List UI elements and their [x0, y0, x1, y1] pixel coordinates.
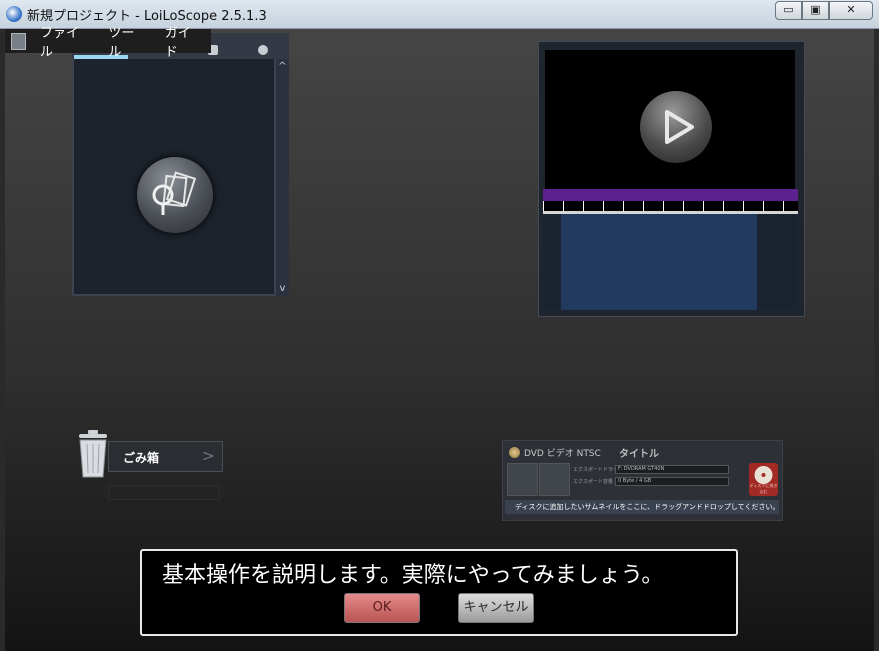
cancel-button[interactable]: キャンセル: [458, 593, 534, 623]
file-browser-panel: ^ v: [72, 33, 289, 296]
dvd-export-panel: DVD ビデオ NTSC タイトル エクスポートドライブ F: DVDRAM G…: [502, 440, 783, 521]
save-icon[interactable]: [11, 32, 27, 50]
ok-button[interactable]: OK: [344, 593, 420, 623]
menu-bar: ファイル ツール ガイド: [5, 26, 211, 60]
dialog-message: 基本操作を説明します。実際にやってみましょう。: [162, 563, 664, 588]
dvd-title-label[interactable]: タイトル: [619, 445, 659, 460]
chevron-right-icon: >: [201, 446, 215, 465]
burn-disc-label: ディスクに焼き込む: [749, 483, 778, 494]
menu-tools[interactable]: ツール: [98, 22, 154, 60]
dvd-disc-icon: [509, 447, 520, 458]
preview-panel: [538, 41, 805, 317]
menu-guide[interactable]: ガイド: [155, 22, 211, 60]
menu-thumbnail-button[interactable]: [507, 463, 538, 496]
export-drive-field[interactable]: F: DVDRAM GT40N: [615, 465, 729, 474]
preview-screen[interactable]: [545, 50, 795, 189]
file-list-area[interactable]: [74, 59, 274, 294]
guide-dialog: 基本操作を説明します。実際にやってみましょう。 OK キャンセル: [140, 549, 738, 636]
burn-disc-button[interactable]: ディスクに焼き込む: [749, 463, 778, 496]
trash-drop-slot: [108, 485, 220, 500]
timeline-ruler[interactable]: [543, 201, 798, 211]
export-size-label: エクスポート容量: [573, 479, 613, 485]
export-size-field: 0 Byte / 4 GB: [615, 477, 729, 486]
trash-button[interactable]: ごみ箱 >: [108, 441, 223, 472]
timeline-track[interactable]: [543, 214, 798, 310]
trash-icon[interactable]: [74, 428, 112, 480]
app-logo-icon: [6, 6, 22, 22]
preview-thumbnail-button[interactable]: [539, 463, 570, 496]
maximize-button[interactable]: ▣: [802, 1, 829, 20]
timeline-clip[interactable]: [561, 214, 757, 310]
minimize-button[interactable]: ▭: [775, 1, 802, 20]
dvd-format-label[interactable]: DVD ビデオ NTSC: [524, 446, 601, 459]
window-controls: ▭ ▣ ✕: [775, 1, 873, 20]
timeline-header-bar: [543, 189, 798, 201]
scroll-down-icon[interactable]: v: [276, 283, 289, 294]
disc-icon[interactable]: [258, 45, 268, 55]
search-files-icon[interactable]: [137, 157, 213, 233]
trash-label: ごみ箱: [123, 451, 160, 465]
close-button[interactable]: ✕: [829, 1, 873, 20]
scroll-up-icon[interactable]: ^: [276, 61, 289, 72]
menu-file[interactable]: ファイル: [30, 22, 98, 60]
disc-drop-zone[interactable]: ディスクに追加したいサムネイルをここに、ドラッグアンドドロップしてください。: [505, 500, 779, 514]
file-list-scrollbar[interactable]: ^ v: [276, 59, 289, 296]
drop-hint-text: ディスクに追加したいサムネイルをここに、ドラッグアンドドロップしてください。: [515, 503, 780, 511]
play-icon[interactable]: [640, 91, 712, 163]
